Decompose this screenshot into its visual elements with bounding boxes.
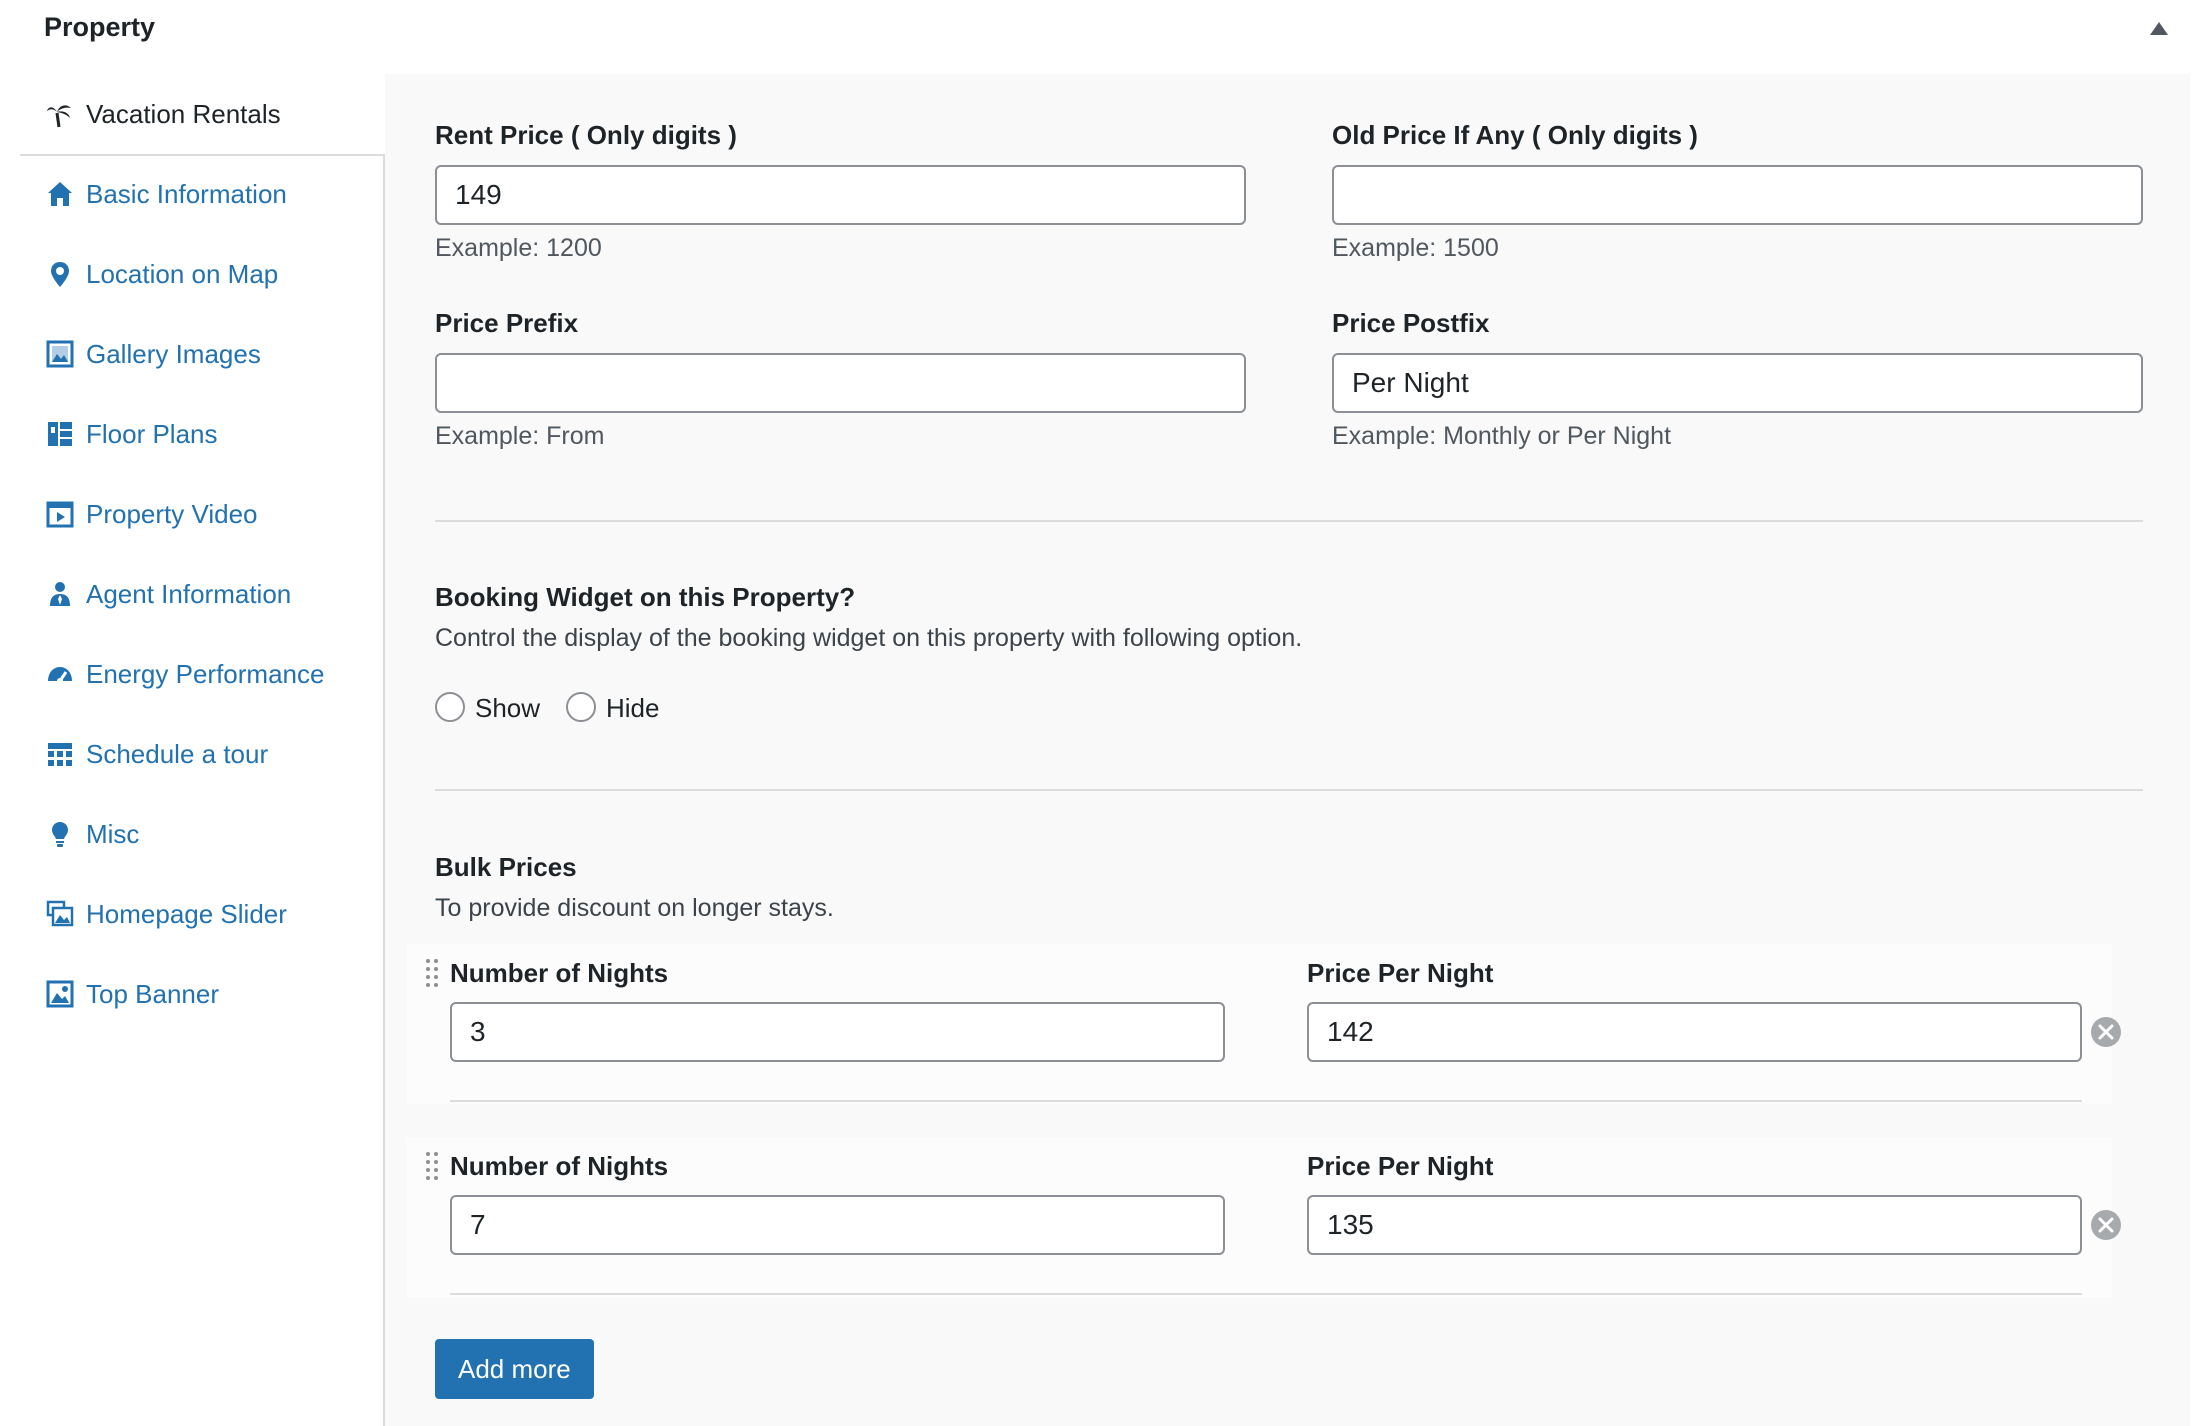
bulk-price-row: Number of Nights Price Per Night (407, 944, 2121, 1104)
booking-show-label: Show (475, 693, 541, 723)
sidebar-item-basic-information[interactable]: Basic Information (20, 154, 383, 234)
drag-handle-icon[interactable] (425, 1151, 439, 1181)
bulk-price-row: Number of Nights Price Per Night (407, 1137, 2121, 1297)
sidebar-item-label: Gallery Images (86, 338, 261, 369)
sidebar-item-label: Energy Performance (86, 658, 325, 689)
old-price-input[interactable] (1332, 165, 2143, 225)
drag-handle-icon[interactable] (425, 958, 439, 988)
old-price-hint: Example: 1500 (1332, 234, 1499, 262)
bulk-prices-title: Bulk Prices (435, 852, 577, 882)
sidebar-item-top-banner[interactable]: Top Banner (20, 954, 383, 1034)
sidebar-item-floor-plans[interactable]: Floor Plans (20, 394, 383, 474)
row-divider (450, 1100, 2082, 1102)
home-icon (48, 182, 72, 206)
sidebar-item-label: Vacation Rentals (86, 98, 281, 129)
collapse-arrow-icon[interactable] (2150, 22, 2168, 35)
sidebar-item-gallery-images[interactable]: Gallery Images (20, 314, 383, 394)
sidebar-item-property-video[interactable]: Property Video (20, 474, 383, 554)
nights-label: Number of Nights (450, 1151, 669, 1181)
agent-icon (50, 582, 70, 606)
page-title: Property (44, 12, 156, 42)
main-panel: Rent Price ( Only digits ) Example: 1200… (385, 74, 2190, 1426)
bulk-prices-description: To provide discount on longer stays. (435, 894, 834, 922)
remove-row-icon[interactable] (2090, 1016, 2122, 1048)
price-per-night-input[interactable] (1307, 1195, 2082, 1255)
price-prefix-hint: Example: From (435, 422, 605, 450)
remove-row-icon[interactable] (2090, 1209, 2122, 1241)
sidebar-item-energy-performance[interactable]: Energy Performance (20, 634, 383, 714)
sidebar-item-label: Schedule a tour (86, 738, 269, 769)
price-prefix-label: Price Prefix (435, 308, 579, 338)
slides-icon (46, 900, 74, 927)
add-more-button[interactable]: Add more (435, 1339, 594, 1399)
sidebar-item-vacation-rentals[interactable]: Vacation Rentals (20, 74, 385, 156)
sidebar-item-label: Top Banner (86, 978, 219, 1009)
section-divider (435, 789, 2143, 791)
booking-hide-radio[interactable] (566, 692, 596, 722)
sidebar-item-label: Agent Information (86, 578, 292, 609)
section-divider (435, 520, 2143, 522)
rent-price-hint: Example: 1200 (435, 234, 602, 262)
nights-label: Number of Nights (450, 958, 669, 988)
rent-price-input[interactable] (435, 165, 1246, 225)
price-per-night-label: Price Per Night (1307, 1151, 1494, 1181)
schedule-grid-icon (48, 743, 72, 766)
price-prefix-input[interactable] (435, 353, 1246, 413)
sidebar-item-schedule-a-tour[interactable]: Schedule a tour (20, 714, 383, 794)
sidebar-item-label: Misc (86, 818, 140, 849)
metabox-header: Property (0, 0, 2200, 60)
sidebar-item-misc[interactable]: Misc (20, 794, 383, 874)
dashboard-gauge-icon (48, 667, 72, 684)
price-postfix-hint: Example: Monthly or Per Night (1332, 422, 1672, 450)
nights-input[interactable] (450, 1002, 1225, 1062)
row-divider (450, 1293, 2082, 1295)
sidebar-item-label: Location on Map (86, 258, 279, 289)
sidebar: Vacation Rentals Basic Information Locat… (20, 74, 385, 1426)
price-per-night-label: Price Per Night (1307, 958, 1494, 988)
sidebar-item-location-on-map[interactable]: Location on Map (20, 234, 383, 314)
sidebar-item-label: Basic Information (86, 178, 287, 209)
location-pin-icon (51, 262, 69, 287)
sidebar-item-label: Homepage Slider (86, 898, 287, 929)
floor-plan-icon (48, 422, 72, 446)
booking-hide-label: Hide (606, 693, 660, 723)
sidebar-item-agent-information[interactable]: Agent Information (20, 554, 383, 634)
palm-tree-icon (47, 105, 71, 128)
price-postfix-input[interactable] (1332, 353, 2143, 413)
banner-image-icon (46, 980, 74, 1008)
booking-widget-title: Booking Widget on this Property? (435, 582, 856, 612)
sidebar-item-label: Property Video (86, 498, 258, 529)
lightbulb-icon (52, 822, 68, 847)
price-per-night-input[interactable] (1307, 1002, 2082, 1062)
old-price-label: Old Price If Any ( Only digits ) (1332, 120, 1698, 150)
rent-price-label: Rent Price ( Only digits ) (435, 120, 737, 150)
price-postfix-label: Price Postfix (1332, 308, 1490, 338)
booking-show-radio[interactable] (435, 692, 465, 722)
gallery-icon (46, 340, 74, 368)
video-icon (46, 501, 74, 528)
booking-widget-description: Control the display of the booking widge… (435, 624, 1303, 652)
sidebar-item-homepage-slider[interactable]: Homepage Slider (20, 874, 383, 954)
nights-input[interactable] (450, 1195, 1225, 1255)
sidebar-item-label: Floor Plans (86, 418, 218, 449)
